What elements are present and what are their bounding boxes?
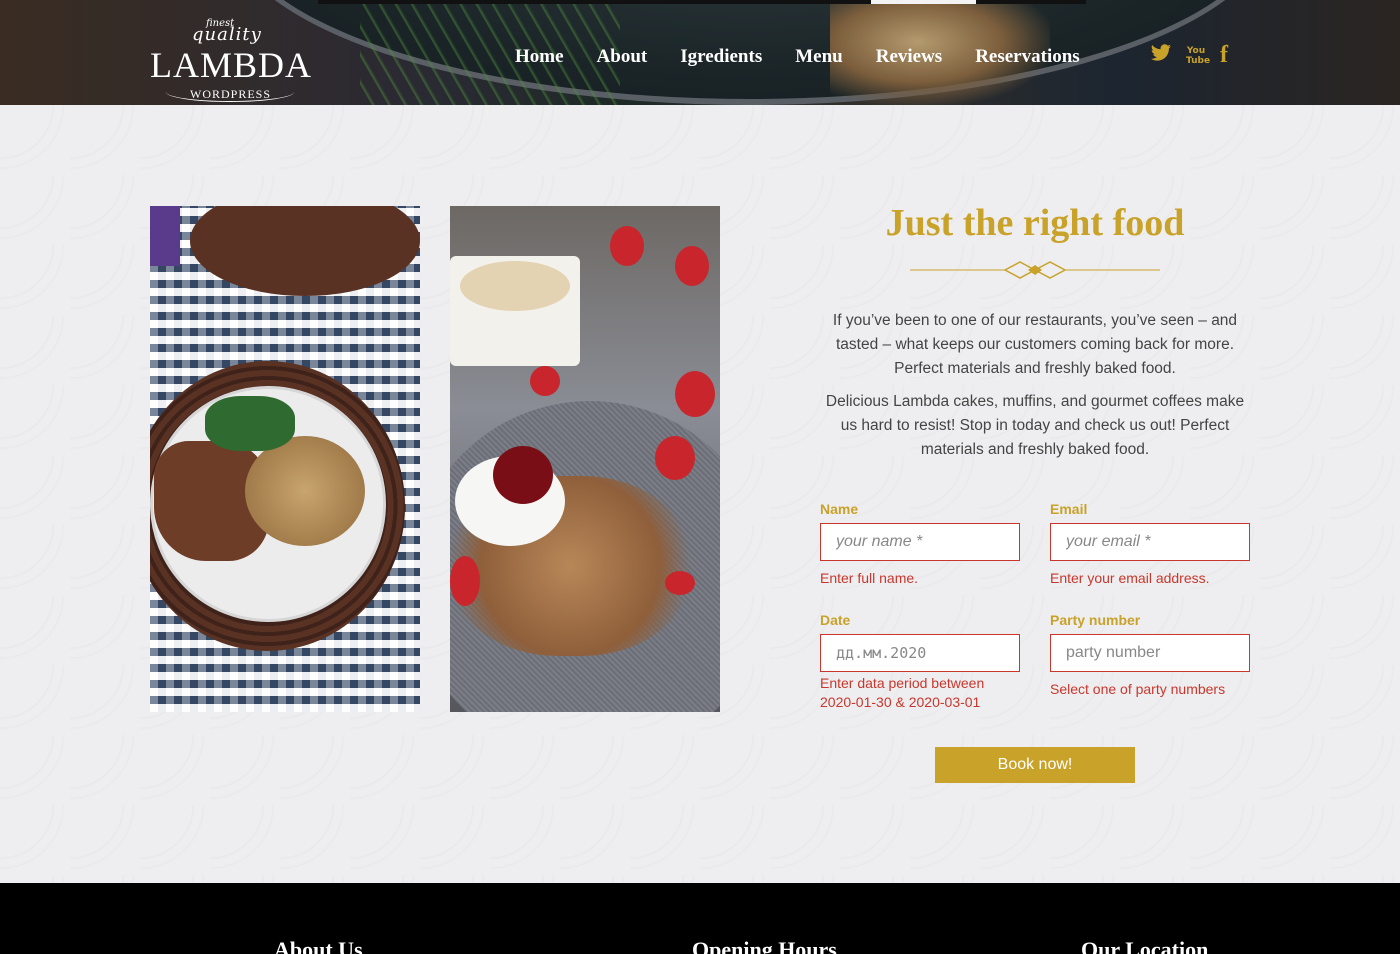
logo-sub: WORDPRESS <box>190 87 272 101</box>
email-label: Email <box>1050 501 1088 517</box>
email-error: Enter your email address. <box>1050 570 1210 586</box>
date-field: Date Enter data period between 2020-01-3… <box>820 612 1020 712</box>
footer-about-heading: About Us <box>274 937 363 954</box>
nav-about[interactable]: About <box>597 46 648 68</box>
name-field: Name Enter full name. <box>820 501 1020 588</box>
food-photo-granola-dessert <box>450 206 720 712</box>
nav-reviews[interactable]: Reviews <box>876 46 942 68</box>
nav-ingredients[interactable]: Igredients <box>680 46 762 68</box>
main-nav: Home About Igredients Menu Reviews Reser… <box>515 46 1113 68</box>
twitter-icon[interactable] <box>1150 43 1172 68</box>
date-input[interactable] <box>820 634 1020 672</box>
name-error: Enter full name. <box>820 570 919 586</box>
youtube-icon[interactable]: You Tube <box>1186 46 1210 66</box>
name-label: Name <box>820 501 859 517</box>
name-input[interactable] <box>820 523 1020 561</box>
reservation-section: Just the right food If you’ve been to on… <box>0 105 1400 883</box>
intro-paragraph-1: If you’ve been to one of our restaurants… <box>832 312 1238 377</box>
party-field: Party number Select one of party numbers <box>1050 612 1250 699</box>
party-error: Select one of party numbers <box>1050 681 1226 697</box>
nav-menu[interactable]: Menu <box>795 46 843 68</box>
header-top-bar-highlight <box>871 0 976 4</box>
date-error: Enter data period between 2020-01-30 & 2… <box>820 675 985 710</box>
book-now-button[interactable]: Book now! <box>935 747 1135 783</box>
section-intro: If you’ve been to one of our restaurants… <box>820 309 1250 471</box>
site-header: finest quality LAMBDA WORDPRESS Home Abo… <box>0 0 1400 105</box>
section-heading: Just the right food <box>885 202 1185 244</box>
site-logo[interactable]: finest quality LAMBDA WORDPRESS <box>148 14 311 105</box>
intro-paragraph-2: Delicious Lambda cakes, muffins, and gou… <box>825 393 1245 458</box>
nav-home[interactable]: Home <box>515 46 564 68</box>
facebook-icon[interactable]: f <box>1220 42 1228 69</box>
footer-hours-heading: Opening Hours <box>692 937 837 954</box>
site-footer: About Us Opening Hours Our Location <box>0 883 1400 954</box>
email-input[interactable] <box>1050 523 1250 561</box>
footer-location-heading: Our Location <box>1081 937 1209 954</box>
email-field: Email Enter your email address. <box>1050 501 1250 588</box>
logo-name: LAMBDA <box>150 45 313 85</box>
food-photo-meat-plate <box>150 206 420 712</box>
social-links: You Tube f <box>1150 42 1242 69</box>
date-label: Date <box>820 612 851 628</box>
ornament-divider-icon <box>910 261 1160 279</box>
nav-reservations[interactable]: Reservations <box>975 46 1079 68</box>
party-label: Party number <box>1050 612 1141 628</box>
logo-quality: quality <box>192 24 262 45</box>
party-number-input[interactable] <box>1050 634 1250 672</box>
